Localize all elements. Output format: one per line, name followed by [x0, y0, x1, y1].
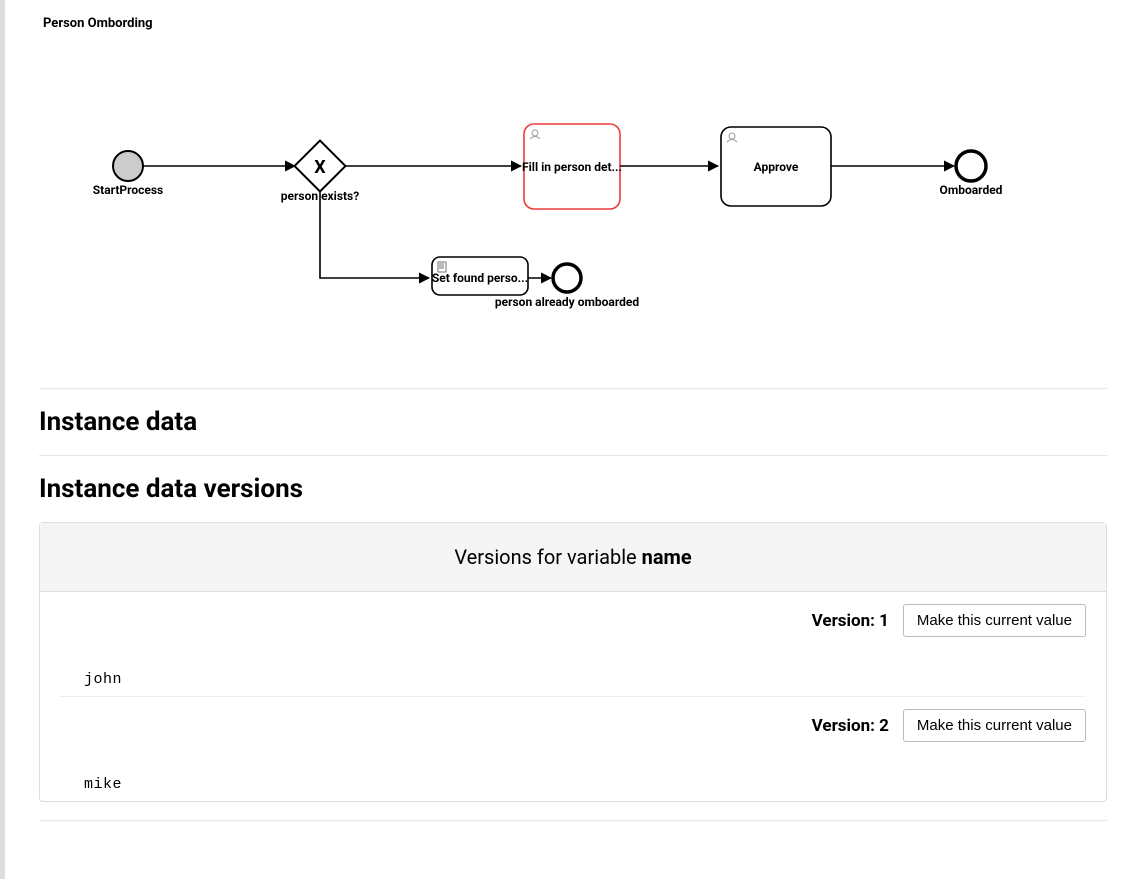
- start-event-label: StartProcess: [93, 183, 163, 197]
- version-value: john: [60, 637, 1086, 696]
- user-task-approve[interactable]: Approve: [721, 127, 831, 206]
- end-event-alt-label: person already omboarded: [495, 295, 639, 309]
- versions-header: Versions for variable name: [40, 523, 1106, 592]
- versions-body: Version: 1Make this current valuejohnVer…: [40, 592, 1106, 801]
- section-heading-instance-data: Instance data: [39, 407, 1107, 437]
- section-heading-instance-data-versions: Instance data versions: [39, 474, 1107, 504]
- start-event[interactable]: [113, 151, 143, 181]
- end-event-already-omboarded[interactable]: [553, 264, 581, 292]
- script-task-set-found[interactable]: Set found perso...: [432, 257, 528, 295]
- version-item: Version: 1 Make this current valuejohn: [60, 592, 1086, 697]
- task-label: Set found perso...: [432, 271, 528, 285]
- versions-card: Versions for variable name Version: 1 Mak…: [39, 522, 1107, 802]
- version-label: Version: 2: [812, 716, 889, 736]
- divider: [39, 820, 1107, 821]
- version-label: Version: 1: [812, 611, 889, 631]
- task-label: Fill in person det...: [522, 160, 622, 174]
- divider: [39, 388, 1107, 389]
- svg-text:X: X: [314, 157, 326, 178]
- user-task-fill-details[interactable]: Fill in person det...: [522, 124, 622, 209]
- versions-header-prefix: Versions for variable: [454, 545, 641, 569]
- bpmn-diagram-svg: StartProcess X person exists? Fill in pe…: [5, 0, 1105, 360]
- divider: [39, 455, 1107, 456]
- make-current-value-button[interactable]: Make this current value: [903, 604, 1086, 637]
- exclusive-gateway[interactable]: X: [295, 141, 346, 192]
- bpmn-diagram-canvas[interactable]: Person Ombording StartProcess X person e…: [5, 0, 1141, 370]
- end-event-label: Omboarded: [940, 183, 1003, 197]
- versions-header-var: name: [642, 545, 692, 569]
- task-label: Approve: [754, 160, 799, 174]
- version-item: Version: 2 Make this current valuemike: [60, 697, 1086, 801]
- end-event-omboarded[interactable]: [956, 151, 986, 181]
- sequence-flow: [320, 192, 429, 278]
- version-value: mike: [60, 742, 1086, 801]
- make-current-value-button[interactable]: Make this current value: [903, 709, 1086, 742]
